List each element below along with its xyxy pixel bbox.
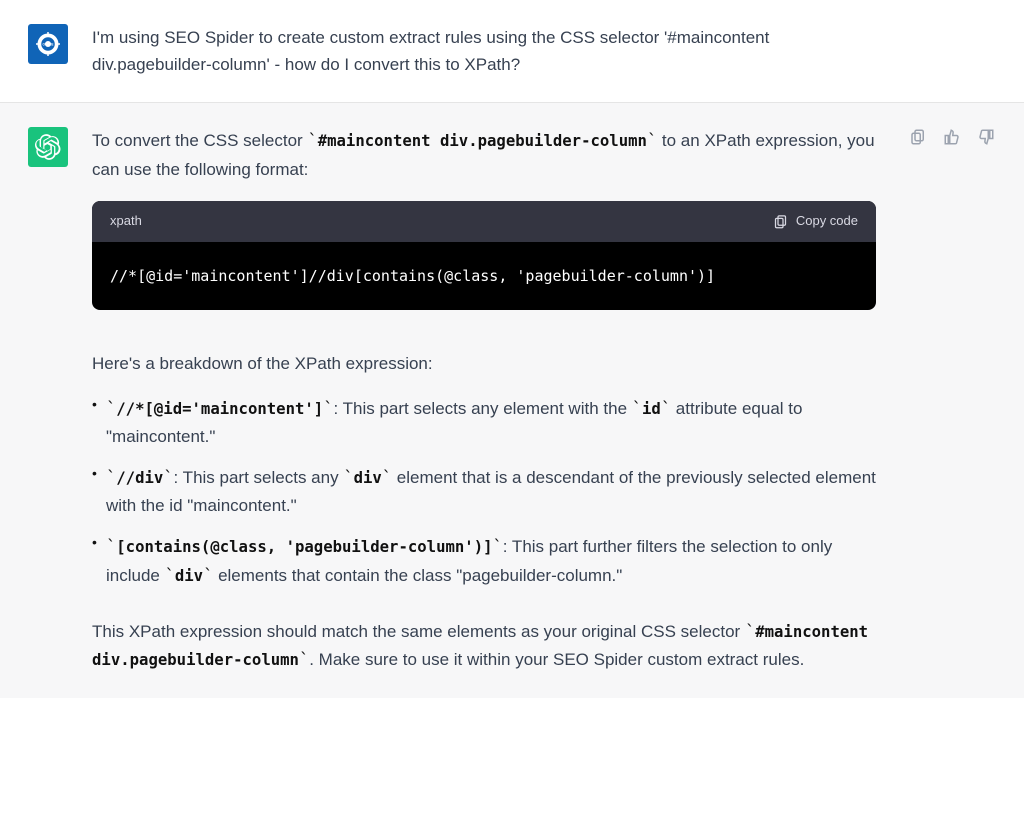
code-lang-label: xpath: [110, 211, 142, 232]
assistant-outro: This XPath expression should match the s…: [92, 618, 876, 674]
list-item: `[contains(@class, 'pagebuilder-column')…: [92, 533, 876, 589]
user-message-content: I'm using SEO Spider to create custom ex…: [92, 24, 892, 78]
list-item: `//*[@id='maincontent']`: This part sele…: [92, 395, 876, 450]
list-item: `//div`: This part selects any `div` ele…: [92, 464, 876, 519]
copy-code-label: Copy code: [796, 211, 858, 232]
item-text: : This part selects any: [174, 468, 344, 487]
breakdown-title: Here's a breakdown of the XPath expressi…: [92, 350, 876, 377]
item-code2: div: [354, 468, 382, 487]
breakdown-list: `//*[@id='maincontent']`: This part sele…: [92, 395, 876, 590]
item-code: //div: [116, 468, 163, 487]
thumbs-up-button[interactable]: [942, 127, 962, 147]
clipboard-icon: [909, 128, 927, 146]
code-block: xpath Copy code //*[@id='maincontent']//…: [92, 201, 876, 310]
opace-logo-icon: OPACE: [33, 29, 63, 59]
code-content: //*[@id='maincontent']//div[contains(@cl…: [92, 242, 876, 310]
copy-code-button[interactable]: Copy code: [773, 211, 858, 232]
thumbs-down-icon: [977, 128, 995, 146]
assistant-message-row: To convert the CSS selector `#mainconten…: [0, 103, 1024, 698]
outro-text-after: . Make sure to use it within your SEO Sp…: [309, 650, 804, 669]
openai-logo-icon: [35, 134, 61, 160]
thumbs-down-button[interactable]: [976, 127, 996, 147]
thumbs-up-icon: [943, 128, 961, 146]
user-avatar: OPACE: [28, 24, 68, 64]
clipboard-icon: [773, 214, 788, 229]
message-actions: [908, 127, 996, 674]
copy-message-button[interactable]: [908, 127, 928, 147]
item-code: //*[@id='maincontent']: [116, 399, 323, 418]
item-text: : This part selects any element with the: [333, 399, 631, 418]
intro-text-before: To convert the CSS selector: [92, 131, 307, 150]
user-message-row: OPACE I'm using SEO Spider to create cus…: [0, 0, 1024, 103]
svg-text:OPACE: OPACE: [43, 43, 54, 47]
item-code: [contains(@class, 'pagebuilder-column')]: [116, 537, 492, 556]
assistant-intro: To convert the CSS selector `#mainconten…: [92, 127, 876, 182]
assistant-message-content: To convert the CSS selector `#mainconten…: [92, 127, 876, 674]
code-block-header: xpath Copy code: [92, 201, 876, 242]
outro-text-before: This XPath expression should match the s…: [92, 622, 745, 641]
item-code2: id: [642, 399, 661, 418]
item-text2: elements that contain the class "pagebui…: [213, 566, 622, 585]
intro-inline-code: #maincontent div.pagebuilder-column: [318, 131, 647, 150]
assistant-avatar: [28, 127, 68, 167]
user-message-text: I'm using SEO Spider to create custom ex…: [92, 24, 892, 78]
item-code2: div: [175, 566, 203, 585]
